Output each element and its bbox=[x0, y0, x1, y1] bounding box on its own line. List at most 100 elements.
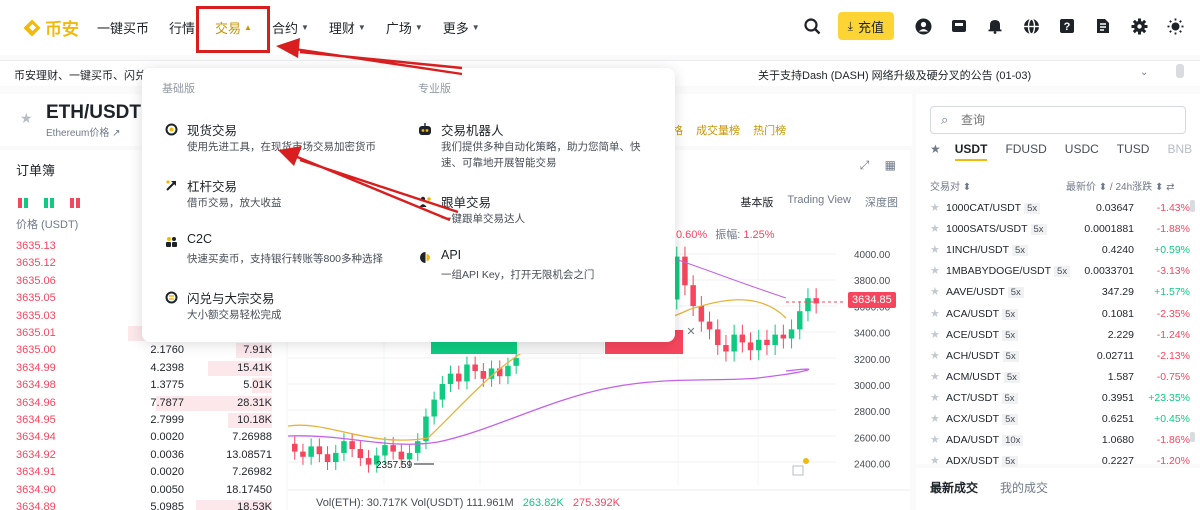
rank-link-hot[interactable]: 热门榜 bbox=[753, 125, 786, 137]
tab-my-trades[interactable]: 我的成交 bbox=[1000, 479, 1048, 496]
favorite-star-icon[interactable]: ★ bbox=[930, 349, 940, 362]
order-book-row[interactable]: 3634.94 0.0020 7.26988 bbox=[0, 429, 286, 446]
vol-eth-label: Vol(ETH): bbox=[316, 497, 364, 509]
mode-bids-icon[interactable] bbox=[44, 198, 54, 208]
favorite-star-icon[interactable]: ★ bbox=[930, 243, 940, 256]
user-icon[interactable] bbox=[912, 15, 934, 37]
favorite-star-icon[interactable]: ★ bbox=[930, 454, 940, 467]
help-icon[interactable]: ? bbox=[1056, 15, 1078, 37]
order-book-row[interactable]: 3634.99 4.2398 15.41K bbox=[0, 360, 286, 377]
order-book-row[interactable]: 3634.91 0.0020 7.26982 bbox=[0, 464, 286, 481]
search-icon[interactable] bbox=[802, 15, 824, 37]
market-search[interactable]: ⌕ bbox=[930, 106, 1186, 134]
mode-asks-icon[interactable] bbox=[70, 198, 80, 208]
order-book-row[interactable]: 3635.00 2.1760 7.91K bbox=[0, 342, 286, 359]
chevron-down-icon[interactable]: ⌄ bbox=[1140, 67, 1148, 78]
change-24h: +1.57% bbox=[1154, 286, 1190, 299]
menu-item-title: 交易机器人 bbox=[441, 124, 504, 138]
market-row[interactable]: ★ 1000CAT/USDT 5x 0.03647 -1.43% bbox=[930, 198, 1190, 219]
wallet-icon[interactable] bbox=[948, 15, 970, 37]
order-book-row[interactable]: 3634.89 5.0985 18.53K bbox=[0, 499, 286, 510]
favorite-star-icon[interactable]: ★ bbox=[930, 412, 940, 425]
order-price: 3635.12 bbox=[16, 257, 56, 270]
nav-futures[interactable]: 合约 ▼ bbox=[272, 18, 309, 37]
nav-more[interactable]: 更多 ▼ bbox=[443, 18, 480, 37]
change-24h: -1.88% bbox=[1156, 223, 1190, 236]
tab-latest-trades[interactable]: 最新成交 bbox=[930, 479, 978, 496]
market-row[interactable]: ★ 1MBABYDOGE/USDT 5x 0.0033701 -3.13% bbox=[930, 261, 1190, 282]
favorite-star-icon[interactable]: ★ bbox=[930, 391, 940, 404]
scrollbar-thumb[interactable] bbox=[1190, 200, 1195, 212]
tab-tusd[interactable]: TUSD bbox=[1117, 142, 1150, 161]
y-tick-label: 3800.00 bbox=[854, 276, 891, 287]
order-book-row[interactable]: 3634.96 7.7877 28.31K bbox=[0, 395, 286, 412]
nav-square[interactable]: 广场 ▼ bbox=[386, 18, 423, 37]
order-total: 7.91K bbox=[243, 344, 272, 357]
market-list: ⌕ ★ USDT FDUSD USDC TUSD BNB 交易对 ⬍ 最新价 ⬍… bbox=[916, 94, 1200, 468]
favorite-star-icon[interactable]: ★ bbox=[930, 328, 940, 341]
market-row[interactable]: ★ ACX/USDT 5x 0.6251 +0.45% bbox=[930, 409, 1190, 430]
scrollbar-thumb[interactable] bbox=[1176, 64, 1184, 78]
bell-icon[interactable] bbox=[984, 15, 1006, 37]
market-tabs: ★ USDT FDUSD USDC TUSD BNB bbox=[930, 142, 1200, 161]
tab-bnb[interactable]: BNB bbox=[1167, 142, 1192, 161]
order-book-row[interactable]: 3634.92 0.0036 13.08571 bbox=[0, 447, 286, 464]
order-book-row[interactable]: 3634.90 0.0050 18.17450 bbox=[0, 482, 286, 499]
exchange-icon[interactable] bbox=[1092, 15, 1114, 37]
favorites-star-icon[interactable]: ★ bbox=[930, 142, 941, 161]
favorite-star-icon[interactable]: ★ bbox=[930, 264, 940, 277]
logo[interactable]: 币安 bbox=[22, 15, 79, 40]
close-icon[interactable]: ✕ bbox=[684, 322, 698, 342]
candle bbox=[731, 334, 737, 352]
market-row[interactable]: ★ AAVE/USDT 5x 347.29 +1.57% bbox=[930, 282, 1190, 303]
pair-subtitle[interactable]: Ethereum价格 ↗ bbox=[46, 124, 121, 139]
market-row[interactable]: ★ 1INCH/USDT 5x 0.4240 +0.59% bbox=[930, 240, 1190, 261]
tab-usdc[interactable]: USDC bbox=[1065, 142, 1099, 161]
favorite-star-icon[interactable]: ★ bbox=[20, 110, 33, 127]
market-row[interactable]: ★ ACM/USDT 5x 1.587 -0.75% bbox=[930, 367, 1190, 388]
tab-fdusd[interactable]: FDUSD bbox=[1005, 142, 1046, 161]
header-price-change[interactable]: 最新价 ⬍ / 24h涨跌 ⬍ ⇄ bbox=[1066, 178, 1175, 193]
order-book-row[interactable]: 3634.95 2.7999 10.18K bbox=[0, 412, 286, 429]
candle bbox=[324, 454, 331, 462]
order-amount: 0.0020 bbox=[150, 466, 184, 479]
favorite-star-icon[interactable]: ★ bbox=[930, 370, 940, 383]
favorite-star-icon[interactable]: ★ bbox=[930, 201, 940, 214]
theme-icon[interactable] bbox=[1164, 15, 1186, 37]
announcement-right[interactable]: 关于支持Dash (DASH) 网络升级及硬分叉的公告 (01-03) bbox=[758, 67, 1031, 83]
order-book-row[interactable]: 3634.98 1.3775 5.01K bbox=[0, 377, 286, 394]
favorite-star-icon[interactable]: ★ bbox=[930, 222, 940, 235]
market-row[interactable]: ★ ACA/USDT 5x 0.1081 -2.35% bbox=[930, 304, 1190, 325]
c2c-icon bbox=[164, 234, 178, 248]
menu-item-desc: 一键跟单交易达人 bbox=[441, 213, 525, 225]
alert-dot-icon bbox=[803, 458, 809, 464]
pair-name: AAVE/USDT 5x bbox=[946, 286, 1024, 299]
pair-name: 1000CAT/USDT 5x bbox=[946, 202, 1041, 214]
favorite-star-icon[interactable]: ★ bbox=[930, 285, 940, 298]
favorite-star-icon[interactable]: ★ bbox=[930, 307, 940, 320]
market-row[interactable]: ★ 1000SATS/USDT 5x 0.0001881 -1.88% bbox=[930, 219, 1190, 240]
order-total: 15.41K bbox=[237, 361, 272, 374]
nav-buy-crypto[interactable]: 一键买币 bbox=[97, 18, 149, 37]
search-input[interactable] bbox=[961, 111, 1161, 129]
globe-icon[interactable] bbox=[1020, 15, 1042, 37]
market-row[interactable]: ★ ADA/USDT 10x 1.0680 -1.86% bbox=[930, 430, 1190, 451]
vol-green: 263.82K bbox=[522, 497, 564, 509]
announcement-left[interactable]: 币安理财、一键买币、闪兑 bbox=[14, 67, 146, 83]
mode-both-icon[interactable] bbox=[18, 198, 28, 208]
pair-symbol: 1000SATS/USDT bbox=[946, 223, 1028, 236]
rank-link-volume[interactable]: 成交量榜 bbox=[696, 125, 740, 137]
deposit-button[interactable]: ⤓ 充值 bbox=[837, 12, 894, 40]
nav-markets[interactable]: 行情 bbox=[169, 18, 195, 37]
last-price: 0.03647 bbox=[1096, 202, 1134, 214]
market-row[interactable]: ★ ACT/USDT 5x 0.3951 +23.35% bbox=[930, 388, 1190, 409]
market-row[interactable]: ★ ACH/USDT 5x 0.02711 -2.13% bbox=[930, 346, 1190, 367]
market-row[interactable]: ★ ACE/USDT 5x 2.229 -1.24% bbox=[930, 325, 1190, 346]
favorite-star-icon[interactable]: ★ bbox=[930, 433, 940, 446]
tab-usdt[interactable]: USDT bbox=[954, 142, 988, 161]
header-pair[interactable]: 交易对 ⬍ bbox=[930, 182, 971, 193]
scrollbar-thumb[interactable] bbox=[1190, 432, 1195, 442]
nav-earn[interactable]: 理财 ▼ bbox=[329, 18, 366, 37]
gear-icon[interactable] bbox=[1128, 15, 1150, 37]
menu-item-title: 杠杆交易 bbox=[187, 180, 238, 194]
